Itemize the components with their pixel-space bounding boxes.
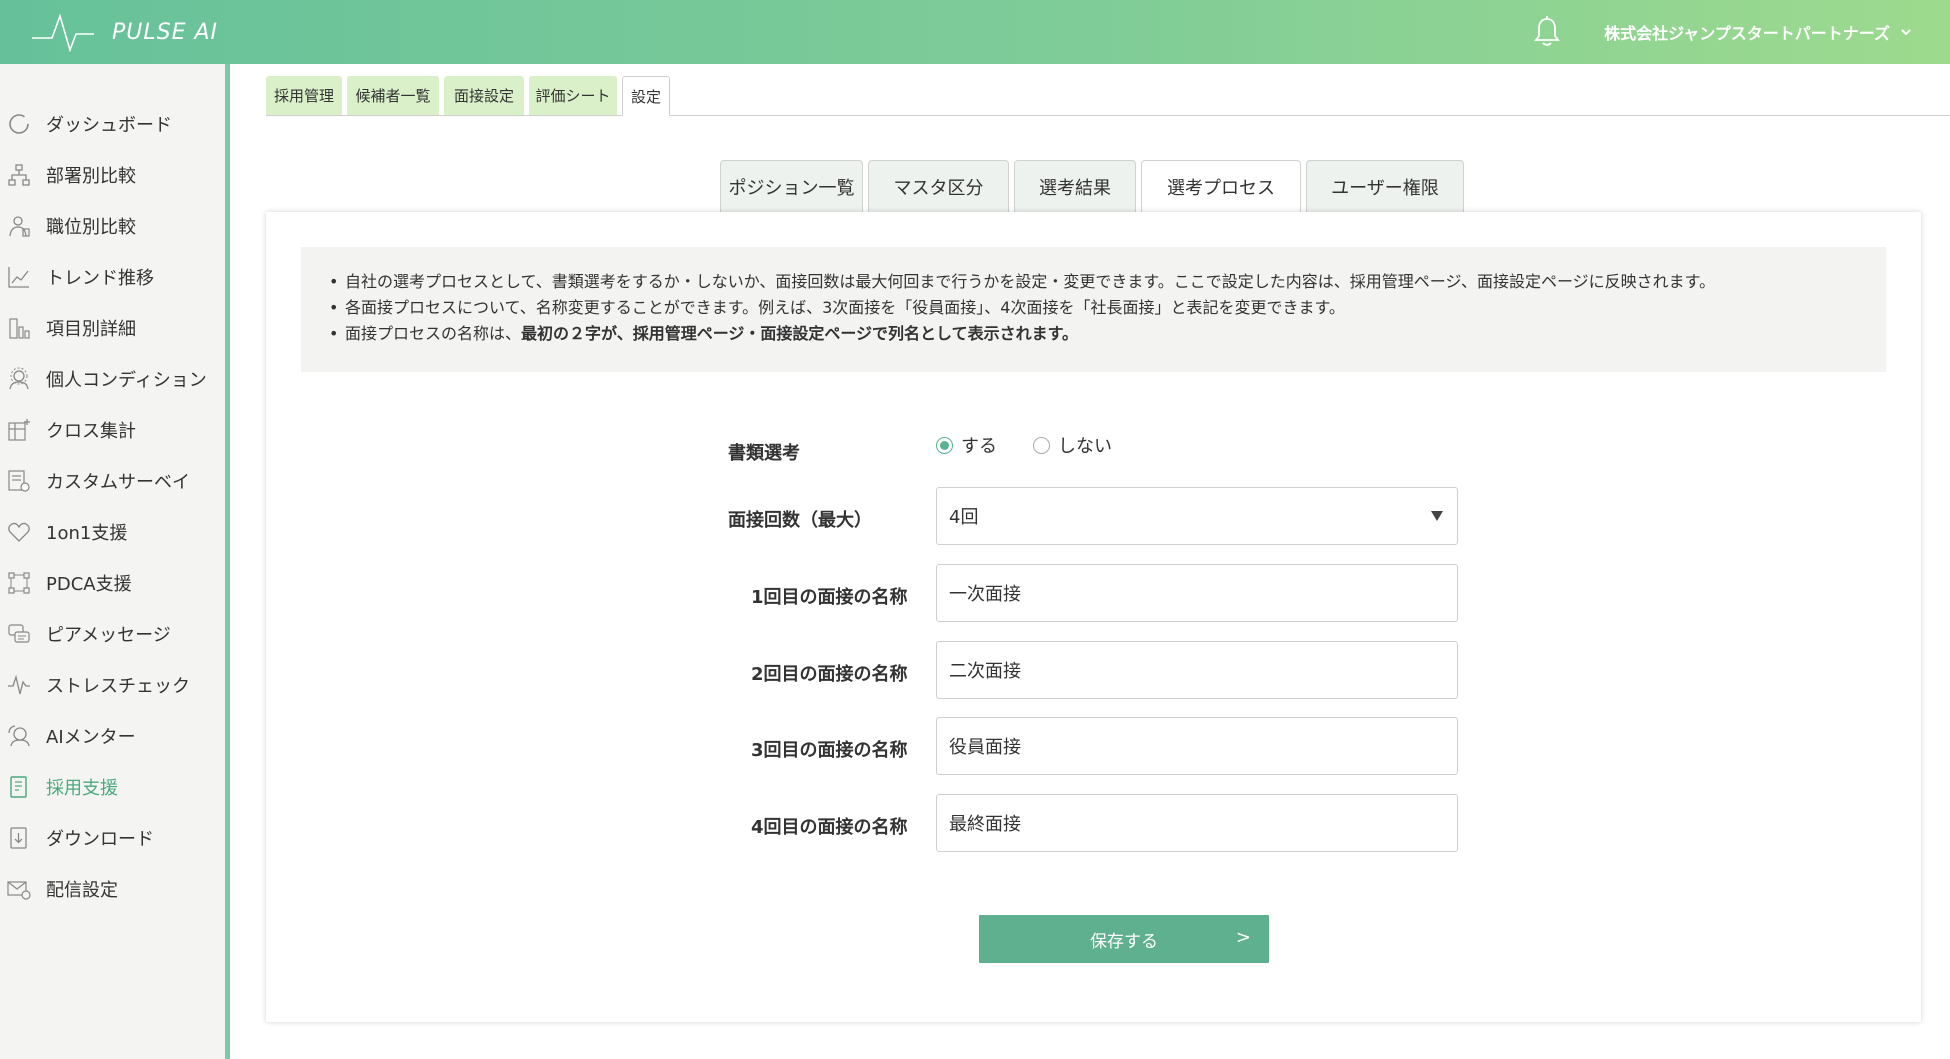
top-tab[interactable]: 評価シート — [529, 76, 617, 115]
interview-count-label: 面接回数（最大） — [728, 510, 872, 531]
sidebar: ダッシュボード 部署別比較職位別比較トレンド推移 項目別詳細個人コンディション クロス… — [0, 64, 230, 1059]
save-button[interactable]: 保存する > — [979, 915, 1269, 963]
sidebar-item-label: 個人コンディション — [46, 369, 207, 391]
sidebar-item-label: カスタムサーベイ — [46, 471, 190, 493]
interview-name-input[interactable]: 役員面接 — [936, 717, 1458, 775]
person-condition-icon — [9, 367, 29, 389]
recruit-doc-icon — [10, 775, 27, 798]
trend-chart-icon — [8, 266, 29, 288]
sidebar-item-label: AIメンター — [46, 726, 136, 748]
notice-line: 各面接プロセスについて、名称変更することができます。例えば、3次面接を「役員面接… — [329, 295, 1846, 321]
radio-no[interactable]: しない — [1033, 432, 1112, 458]
sidebar-item[interactable]: 職位別比較 — [0, 200, 225, 251]
sidebar-item[interactable]: 部署別比較 — [0, 149, 225, 200]
sidebar-item-label: ダッシュボード — [46, 114, 172, 136]
sidebar-item[interactable]: AIメンター — [0, 710, 225, 761]
interview-count-value: 4回 — [949, 507, 979, 528]
heart-hand-icon — [8, 522, 30, 542]
sidebar-item-label: 配信設定 — [46, 879, 118, 901]
org-chart-icon — [8, 163, 30, 186]
notice-text: 面接プロセスの名称は、 — [345, 324, 522, 343]
cycle-icon — [8, 571, 30, 594]
sidebar-item-label: トレンド推移 — [46, 267, 154, 289]
main-content: 採用管理 候補者一覧 面接設定 評価シート 設定 ポジション一覧 マスタ区分 選考結果 選考プ… — [235, 64, 1950, 1059]
dropdown-arrow-icon — [1431, 511, 1443, 521]
dashboard-circle-icon — [9, 113, 29, 134]
radio-yes[interactable]: する — [936, 432, 997, 458]
top-tab[interactable]: 面接設定 — [444, 76, 524, 115]
interview-name-input[interactable]: 一次面接 — [936, 564, 1458, 622]
interview-name-input[interactable]: 二次面接 — [936, 640, 1458, 699]
chevron-down-icon[interactable] — [1900, 26, 1912, 38]
interview-count-select[interactable]: 4回 — [936, 487, 1458, 545]
interview-name-label: 1回目の面接の名称 — [751, 587, 908, 608]
sidebar-item-label: ピアメッセージ — [46, 624, 171, 646]
cross-tab-icon — [8, 418, 30, 441]
sidebar-item-label: PDCA支援 — [46, 573, 132, 595]
sidebar-item-label: ダウンロード — [46, 828, 154, 850]
settings-card: 自社の選考プロセスとして、書類選考をするか・しないか、面接回数は最大何回まで行う… — [266, 212, 1921, 1022]
sidebar-item[interactable]: 1on1支援 — [0, 506, 225, 557]
sub-tab[interactable]: 選考結果 — [1014, 160, 1136, 212]
survey-icon — [8, 469, 30, 492]
sidebar-item[interactable]: PDCA支援 — [0, 557, 225, 608]
person-rank-icon — [9, 215, 30, 237]
radio-yes-label: する — [961, 436, 997, 457]
interview-name-label: 4回目の面接の名称 — [751, 816, 908, 838]
mail-settings-icon — [7, 880, 31, 900]
sidebar-item-label: 職位別比較 — [46, 216, 136, 238]
save-button-label: 保存する — [1090, 931, 1158, 952]
bell-icon[interactable] — [1530, 15, 1564, 49]
sub-tab[interactable]: マスタ区分 — [868, 160, 1009, 212]
sidebar-item[interactable]: 採用支援 — [0, 761, 225, 812]
pulse-logo-icon — [32, 13, 94, 52]
radio-no-label: しない — [1058, 436, 1112, 457]
document-screening-radio-group: する しない — [936, 432, 1148, 458]
notice-line: 自社の選考プロセスとして、書類選考をするか・しないか、面接回数は最大何回まで行う… — [329, 269, 1846, 295]
sidebar-item-label: 1on1支援 — [46, 522, 128, 544]
sidebar-item-label: 採用支援 — [46, 777, 118, 799]
interview-name-label: 2回目の面接の名称 — [751, 663, 908, 685]
interview-name-label: 3回目の面接の名称 — [751, 740, 908, 761]
sidebar-item[interactable]: ダッシュボード — [0, 98, 225, 149]
notice-box: 自社の選考プロセスとして、書類選考をするか・しないか、面接回数は最大何回まで行う… — [301, 247, 1886, 372]
bar-detail-icon — [9, 317, 30, 339]
sidebar-item-label: ストレスチェック — [46, 675, 190, 697]
stress-wave-icon — [8, 674, 30, 694]
sidebar-item-label: 項目別詳細 — [46, 318, 136, 340]
interview-name-input[interactable]: 最終面接 — [936, 793, 1458, 852]
sidebar-item[interactable]: クロス集計 — [0, 404, 225, 455]
sidebar-item[interactable]: ダウンロード — [0, 812, 225, 863]
sidebar-item[interactable]: 個人コンディション — [0, 353, 225, 404]
top-tab[interactable]: 候補者一覧 — [347, 76, 439, 115]
sidebar-item[interactable]: 項目別詳細 — [0, 302, 225, 353]
sidebar-item[interactable]: 配信設定 — [0, 863, 225, 914]
radio-no-circle[interactable] — [1033, 436, 1050, 454]
sub-tab[interactable]: ポジション一覧 — [720, 160, 863, 212]
sub-tab[interactable]: 選考プロセス — [1141, 160, 1301, 212]
brand-name: PULSE AI — [112, 19, 219, 45]
sidebar-item[interactable]: ピアメッセージ — [0, 608, 225, 659]
sidebar-item[interactable]: カスタムサーベイ — [0, 455, 225, 506]
sidebar-item-label: 部署別比較 — [46, 165, 136, 187]
document-screening-label: 書類選考 — [728, 443, 800, 464]
company-name[interactable]: 株式会社ジャンプスタートパートナーズ — [1604, 20, 1890, 44]
sidebar-item[interactable]: トレンド推移 — [0, 251, 225, 302]
download-icon — [10, 826, 27, 849]
logo[interactable]: PULSE AI — [30, 12, 218, 52]
radio-yes-circle[interactable] — [936, 436, 953, 454]
sub-tab[interactable]: ユーザー権限 — [1306, 160, 1464, 212]
sidebar-item[interactable]: ストレスチェック — [0, 659, 225, 710]
top-tab-bar: 採用管理 候補者一覧 面接設定 評価シート 設定 — [266, 76, 1950, 116]
sidebar-item-label: クロス集計 — [46, 420, 136, 442]
message-icon — [8, 623, 30, 643]
notice-emphasis: 最初の２字が、採用管理ページ・面接設定ページで列名として表示されます。 — [521, 324, 1078, 343]
ai-mentor-icon — [8, 724, 30, 746]
top-tab[interactable]: 設定 — [622, 76, 670, 116]
app-header: PULSE AI 株式会社ジャンプスタートパートナーズ — [0, 0, 1950, 64]
chevron-right-icon: > — [1235, 927, 1251, 948]
top-tab[interactable]: 採用管理 — [266, 76, 342, 115]
notice-line: 面接プロセスの名称は、最初の２字が、採用管理ページ・面接設定ページで列名として表… — [329, 321, 1846, 347]
